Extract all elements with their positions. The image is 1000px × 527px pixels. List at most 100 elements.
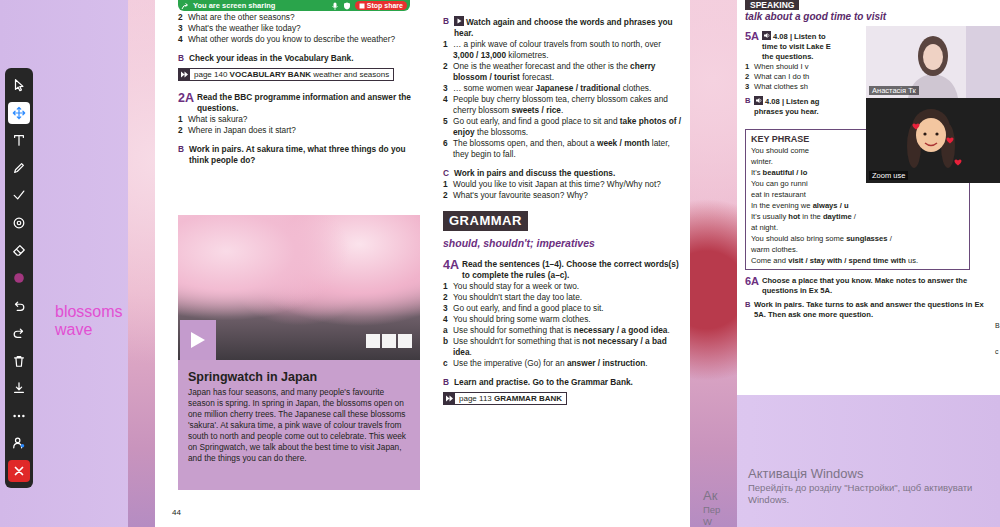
- item-number: 1: [443, 39, 453, 61]
- item-number: B: [178, 144, 189, 166]
- exercise-item: 1… a pink wave of colour travels from so…: [443, 39, 682, 61]
- stamp-tool-button[interactable]: [8, 212, 30, 234]
- phrase: Use should for something that is: [453, 325, 574, 335]
- phrase: Choose a place that you know. Make notes…: [762, 276, 967, 295]
- article-body: Japan has four seasons, and many people'…: [188, 387, 410, 464]
- phrase: sunglasses: [846, 234, 887, 243]
- eraser-tool-button[interactable]: [8, 239, 30, 261]
- video-tile[interactable]: Анастасія Тк: [866, 26, 1000, 98]
- text-tool-button[interactable]: [8, 129, 30, 151]
- exercise-item: 4ARead the sentences (1–4). Choose the c…: [443, 259, 682, 281]
- trash-tool-button[interactable]: [8, 350, 30, 372]
- participant-name: Zoom use: [869, 171, 908, 180]
- item-number: B: [443, 377, 454, 388]
- bbc-logo-icon: [366, 334, 412, 348]
- watermark-text: Перейдіть до розділу "Настройки", щоб ак…: [748, 482, 998, 506]
- item-number: B: [178, 53, 189, 64]
- phrase: Go out early, and find a good place to s…: [453, 303, 604, 313]
- phrase: answer / instruction: [567, 358, 645, 368]
- exercise-item: 3… some women wear Japanese / traditiona…: [443, 83, 682, 94]
- item-text: What are the other seasons?: [188, 12, 420, 23]
- phrase: us.: [906, 256, 918, 265]
- cherry-blossom-photo: [178, 215, 420, 360]
- exercise-item: BWork in pairs. Take turns to ask and an…: [745, 300, 985, 320]
- item-text: What's your favourite season? Why?: [453, 190, 682, 201]
- page-link[interactable]: page 113 GRAMMAR BANK: [443, 392, 567, 405]
- item-text: What's the weather like today?: [188, 23, 420, 34]
- cursor-tool-button[interactable]: [8, 74, 30, 96]
- item-text: Would you like to visit Japan at this ti…: [453, 179, 682, 190]
- pen-tool-button[interactable]: [8, 157, 30, 179]
- color-swatch: [12, 271, 26, 285]
- phrase: .: [645, 358, 647, 368]
- phrase: the blossoms.: [475, 127, 529, 137]
- exercises: 6AChoose a place that you know. Make not…: [745, 276, 985, 320]
- color-icon: [12, 271, 26, 285]
- item-number: 2A: [178, 92, 197, 114]
- item-text: Where in Japan does it start?: [188, 125, 420, 136]
- exercise-item: 4You should bring some warm clothes.: [443, 314, 682, 325]
- exercise-item: 3Go out early, and find a good place to …: [443, 303, 682, 314]
- item-text: What other words do you know to describe…: [188, 34, 420, 45]
- trash-icon: [12, 354, 26, 368]
- item-text: Use shouldn't for something that is not …: [453, 336, 682, 358]
- phrase: necessary / a good idea: [574, 325, 668, 335]
- phrase: warm clothes.: [751, 245, 798, 254]
- stop-share-button[interactable]: Stop share: [355, 1, 407, 10]
- link-text: page 113 GRAMMAR BANK: [459, 393, 562, 404]
- exercise-item: 2Where in Japan does it start?: [178, 125, 420, 136]
- article-title: Springwatch in Japan: [188, 369, 410, 385]
- phrase: You should bring some warm clothes.: [453, 314, 591, 324]
- item-text: You should bring some warm clothes.: [453, 314, 682, 325]
- item-number: 6: [443, 138, 453, 160]
- exercise-item: CWork in pairs and discuss the questions…: [443, 168, 682, 179]
- logo-block: [382, 334, 396, 348]
- section-subtitle: talk about a good time to visit: [745, 11, 985, 23]
- play-icon: [190, 331, 206, 349]
- left-page: 2What are the other seasons?3What's the …: [155, 0, 436, 527]
- item-text: The blossoms open, and then, about a wee…: [453, 138, 682, 160]
- participant-tool-button[interactable]: [8, 432, 30, 454]
- line-text: phrases you hear.: [754, 107, 819, 116]
- watermark-fragment: Пер: [703, 504, 735, 516]
- video-play-button[interactable]: [180, 320, 216, 360]
- more-tool-button[interactable]: [8, 405, 30, 427]
- exercise-item: 1What is sakura?: [178, 114, 420, 125]
- close-tool-button[interactable]: [8, 460, 30, 482]
- activation-watermark-fragment: АкПерW: [703, 488, 735, 527]
- undo-icon: [12, 299, 26, 313]
- undo-tool-button[interactable]: [8, 295, 30, 317]
- page-link[interactable]: page 140 VOCABULARY BANK weather and sea…: [178, 68, 394, 81]
- audio-icon: [754, 96, 763, 105]
- redo-tool-button[interactable]: [8, 322, 30, 344]
- section-header: GRAMMAR: [443, 211, 528, 231]
- phrase: Use the imperative (Go) for an: [453, 358, 567, 368]
- item-number: 1: [443, 281, 453, 292]
- phrase: You should also bring some: [751, 234, 846, 243]
- move-tool-button[interactable]: [8, 102, 30, 124]
- section-header: SPEAKING: [745, 0, 799, 10]
- phrase: What other words do you know to describe…: [188, 34, 395, 44]
- item-text: … a pink wave of colour travels from sou…: [453, 39, 682, 61]
- download-tool-button[interactable]: [8, 377, 30, 399]
- phrase: You should come: [751, 146, 809, 155]
- cursor-icon: [12, 78, 26, 92]
- video-tile[interactable]: Zoom use: [866, 98, 1000, 183]
- phrase: .: [561, 105, 563, 115]
- phrase: Work in pairs. At sakura time, what thre…: [189, 144, 406, 165]
- share-controls: Stop share: [331, 1, 407, 10]
- item-text: What is sakura?: [188, 114, 420, 125]
- more-icon: [12, 409, 26, 423]
- phrase: Work in pairs. Take turns to ask and ans…: [754, 300, 984, 319]
- exercise-item: BCheck your ideas in the Vocabulary Bank…: [178, 53, 420, 64]
- phrase: Would you like to visit Japan at this ti…: [453, 179, 661, 189]
- check-tool-button[interactable]: [8, 184, 30, 206]
- item-text: You should stay for a week or two.: [453, 281, 682, 292]
- item-text: Learn and practise. Go to the Grammar Ba…: [454, 377, 682, 388]
- exercise-item: 5Go out early, and find a good place to …: [443, 116, 682, 138]
- item-letter: B: [995, 321, 1000, 330]
- phrase: GRAMMAR BANK: [494, 394, 562, 403]
- color-tool-button[interactable]: [8, 267, 30, 289]
- item-number: 1: [745, 62, 754, 72]
- phrase: Use shouldn't for something that is: [453, 336, 582, 346]
